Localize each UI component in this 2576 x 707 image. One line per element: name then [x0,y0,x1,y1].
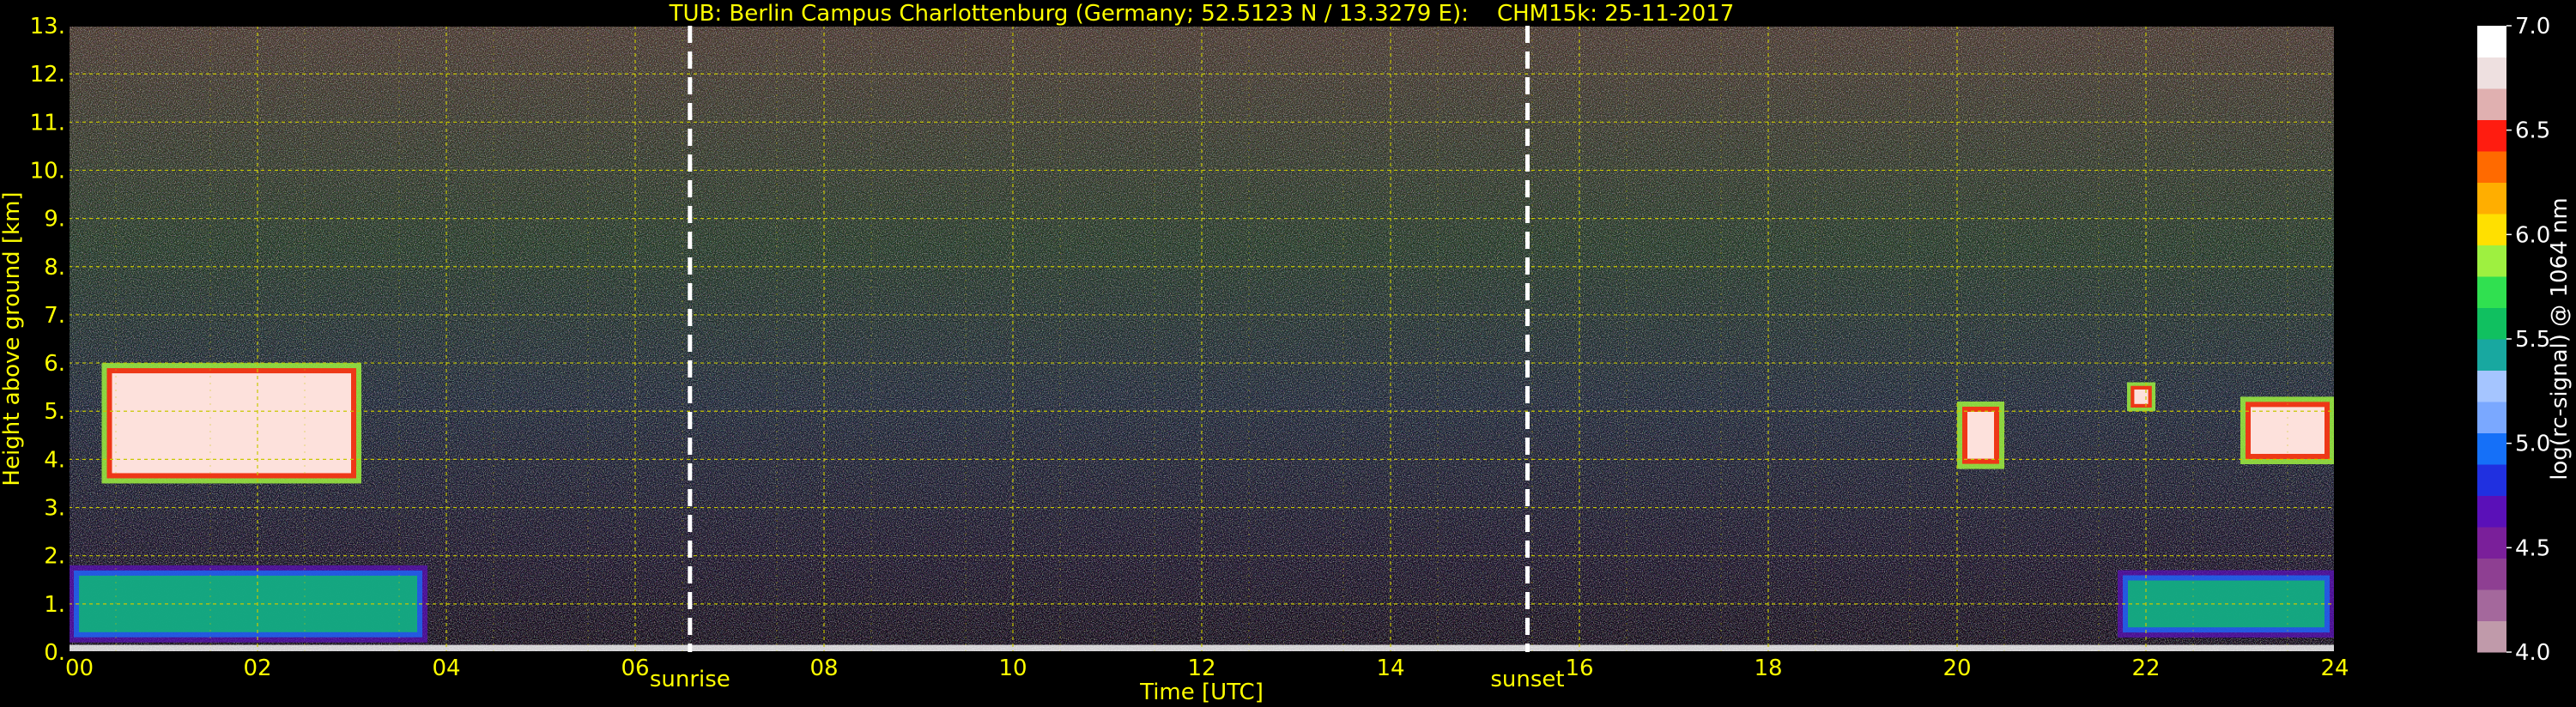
colorbar-band [2477,558,2506,590]
colorbar-tick-label: 4.5 [2515,535,2550,561]
colorbar-band [2477,214,2506,245]
colorbar-band [2477,495,2506,528]
colorbar-tick-label: 5.5 [2515,327,2550,353]
colorbar-band [2477,370,2506,402]
sunrise-label: sunrise [650,667,730,692]
colorbar-band [2477,339,2506,371]
cloud-layer-band [112,373,351,474]
colorbar-band [2477,527,2506,559]
colorbar-band [2477,119,2506,152]
signal-texture [69,26,2335,652]
colorbar-bands [2477,26,2506,653]
x-tick-label: 12 [1187,656,1215,681]
y-tick-label: 10. [30,158,65,184]
colorbar-band [2477,57,2506,89]
x-axis-label: Time [UTC] [1139,680,1264,705]
colorbar-band [2477,88,2506,120]
y-tick-label: 2. [44,544,65,570]
x-tick-label: 10 [998,656,1027,681]
colorbar-tick-label: 6.0 [2515,222,2550,248]
chart-title: TUB: Berlin Campus Charlottenburg (Germa… [669,1,1735,27]
lidar-chart: 00 02 04 06 08 10 12 14 16 18 20 22 24 0. 1. 2. 3. 4. 5. 6… [0,0,2576,707]
x-tick-label: 18 [1754,656,1782,681]
colorbar-band [2477,402,2506,433]
colorbar-tick-label: 5.0 [2515,432,2550,457]
colorbar-band [2477,620,2506,653]
y-tick-label: 13. [30,14,65,39]
colorbar-band [2477,432,2506,465]
x-tick-label: 02 [243,656,271,681]
colorbar-band [2477,245,2506,277]
x-tick-label: 06 [621,656,649,681]
y-tick-label: 0. [44,640,65,666]
x-tick-label: 00 [65,656,94,681]
x-tick-label: 04 [432,656,460,681]
colorbar-band [2477,26,2506,57]
x-tick-label: 24 [2320,656,2349,681]
plot-area [68,25,2336,653]
y-tick-label: 12. [30,62,65,88]
sunset-label: sunset [1490,667,1564,692]
y-tick-label: 9. [44,207,65,233]
cloud-layer-band [1967,412,1994,459]
colorbar-band [2477,182,2506,215]
y-tick-label: 3. [44,496,65,522]
colorbar-band [2477,276,2506,308]
colorbar-tick-label: 7.0 [2515,14,2550,39]
y-tick-label: 6. [44,351,65,377]
colorbar-band [2477,151,2506,183]
y-tick-label: 4. [44,447,65,473]
colorbar-band [2477,464,2506,496]
y-axis-label: Height above ground [km] [0,191,25,486]
cloud-layer-band [2251,407,2324,454]
noise-speckle [69,26,2335,652]
y-tick-label: 8. [44,255,65,281]
x-tick-label: 14 [1376,656,1404,681]
y-tick-label: 7. [44,303,65,329]
x-tick-label: 22 [2131,656,2160,681]
colorbar-tick-label: 4.0 [2515,640,2550,666]
x-tick-label: 16 [1565,656,1593,681]
y-tick-label: 5. [44,399,65,425]
x-tick-label: 20 [1943,656,1971,681]
x-tick-label: 08 [809,656,838,681]
colorbar-tick-label: 6.5 [2515,118,2550,144]
colorbar-band [2477,307,2506,340]
y-tick-label: 11. [30,110,65,136]
y-tick-label: 1. [44,592,65,618]
colorbar-band [2477,589,2506,621]
colorbar-label: log(rc-signal) @ 1064 nm [2547,197,2573,480]
